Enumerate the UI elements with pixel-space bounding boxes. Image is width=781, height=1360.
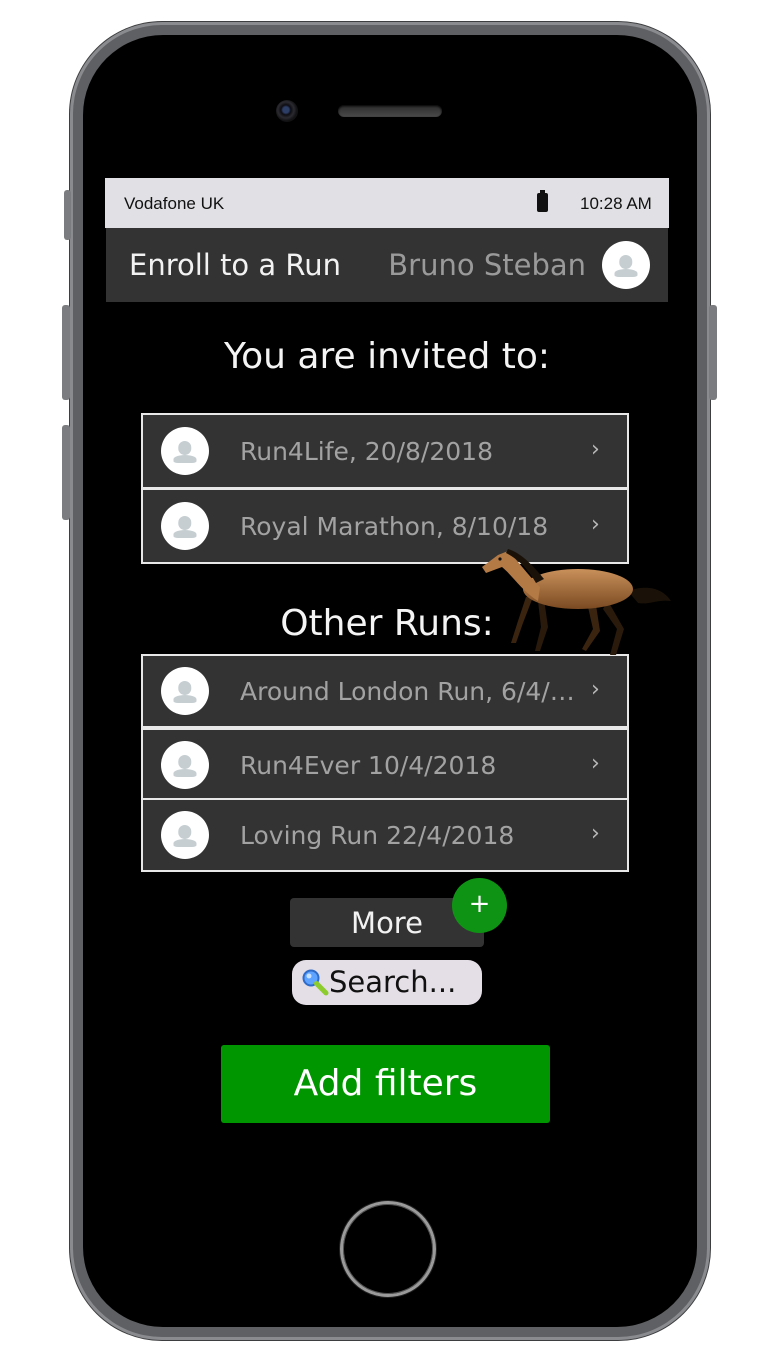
speaker-grille (338, 105, 442, 117)
other-run-item[interactable]: Loving Run 22/4/2018 › (141, 798, 629, 872)
chevron-right-icon: › (591, 512, 600, 537)
volume-up-button (62, 305, 70, 400)
app-screen: Vodafone UK 10:28 AM Enroll to a Run Bru… (105, 178, 669, 1188)
run-label: Around London Run, 6/4/2... (240, 677, 585, 706)
battery-icon (537, 190, 548, 212)
invited-run-item[interactable]: Run4Life, 20/8/2018 › (141, 413, 629, 489)
other-run-item[interactable]: Run4Ever 10/4/2018 › (141, 728, 629, 800)
chevron-right-icon: › (591, 821, 600, 846)
magnifier-icon (302, 969, 329, 996)
chevron-right-icon: › (591, 437, 600, 462)
user-avatar-icon[interactable] (602, 241, 650, 289)
volume-down-button (62, 425, 70, 520)
chevron-right-icon: › (591, 677, 600, 702)
power-button (709, 305, 717, 400)
silent-switch (64, 190, 71, 240)
add-run-button[interactable]: + (452, 878, 507, 933)
run-avatar-icon (161, 427, 209, 475)
home-button[interactable] (340, 1201, 436, 1297)
run-label: Loving Run 22/4/2018 (240, 821, 515, 850)
horse-image (482, 549, 671, 655)
page-title: Enroll to a Run (129, 248, 341, 282)
user-name[interactable]: Bruno Steban (388, 248, 586, 282)
carrier-label: Vodafone UK (124, 194, 225, 213)
invited-section-title: You are invited to: (223, 336, 551, 377)
run-avatar-icon (161, 741, 209, 789)
run-avatar-icon (161, 811, 209, 859)
run-avatar-icon (161, 502, 209, 550)
camera-icon (276, 100, 298, 122)
run-label: Run4Ever 10/4/2018 (240, 751, 497, 780)
run-label: Royal Marathon, 8/10/18 (240, 512, 549, 541)
search-input[interactable]: Search... (292, 960, 482, 1005)
other-run-item[interactable]: Around London Run, 6/4/2... › (141, 654, 629, 728)
app-header: Enroll to a Run Bruno Steban (106, 228, 668, 302)
add-filters-button[interactable]: Add filters (221, 1045, 550, 1123)
run-label: Run4Life, 20/8/2018 (240, 437, 493, 466)
search-placeholder: Search... (329, 965, 457, 999)
run-avatar-icon (161, 667, 209, 715)
clock-label: 10:28 AM (580, 194, 652, 213)
status-bar: Vodafone UK 10:28 AM (105, 178, 669, 228)
chevron-right-icon: › (591, 751, 600, 776)
